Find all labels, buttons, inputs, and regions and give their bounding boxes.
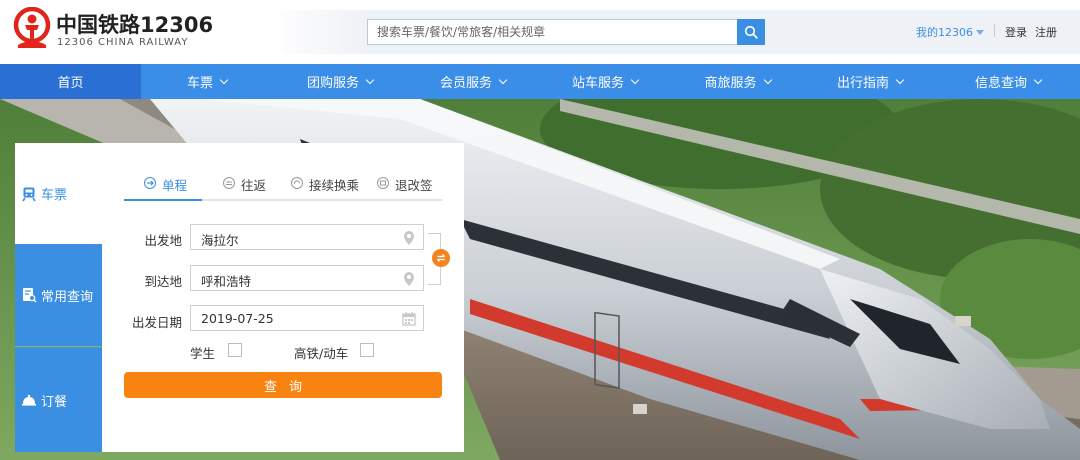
from-station-value: 海拉尔 xyxy=(201,233,239,248)
chevron-down-icon xyxy=(630,75,640,84)
ticket-search-panel: 单程 往返 接续换乘 退改签 出发地 海拉尔 到达地 呼和浩特 出发日期 201… xyxy=(102,143,464,452)
nav-label: 出行指南 xyxy=(836,76,889,91)
date-label: 出发日期 xyxy=(131,315,182,330)
departure-date-field[interactable]: 2019-07-25 xyxy=(190,305,424,331)
nav-label: 站车服务 xyxy=(571,76,624,91)
active-tab-indicator xyxy=(124,199,202,201)
highspeed-checkbox[interactable] xyxy=(360,343,374,357)
brand-name-en: 12306 CHINA RAILWAY xyxy=(57,37,189,48)
to-station-field[interactable]: 呼和浩特 xyxy=(190,265,424,291)
register-link[interactable]: 注册 xyxy=(1035,24,1057,40)
tab-label: 接续换乘 xyxy=(309,178,360,193)
side-tab-label: 车票 xyxy=(41,188,68,203)
tab-round-trip[interactable]: 往返 xyxy=(223,175,266,201)
query-button-label: 查询 xyxy=(263,379,314,395)
arrow-right-circle-icon xyxy=(144,177,156,189)
side-tab-label: 常用查询 xyxy=(41,289,94,305)
highspeed-label: 高铁/动车 xyxy=(294,346,349,361)
search-button[interactable] xyxy=(737,19,765,45)
side-tab-meal-order[interactable]: 订餐 xyxy=(15,348,102,452)
swap-stations-button[interactable] xyxy=(432,249,450,267)
nav-label: 首页 xyxy=(57,76,84,91)
chevron-down-icon xyxy=(763,75,772,84)
student-label: 学生 xyxy=(190,346,216,361)
trip-mode-tabs: 单程 往返 接续换乘 退改签 xyxy=(124,171,442,201)
departure-date-value: 2019-07-25 xyxy=(201,311,274,326)
chevron-down-icon xyxy=(895,75,905,84)
nav-label: 车票 xyxy=(186,76,213,91)
tab-refund-change[interactable]: 退改签 xyxy=(377,175,433,201)
side-tab-label: 订餐 xyxy=(41,394,68,410)
login-link[interactable]: 登录 xyxy=(1005,24,1027,40)
booking-side-tabs: 车票 常用查询 订餐 xyxy=(15,143,102,452)
nav-label: 商旅服务 xyxy=(704,76,757,91)
tab-label: 往返 xyxy=(241,178,267,193)
to-station-value: 呼和浩特 xyxy=(201,274,252,289)
chevron-down-icon xyxy=(365,75,375,84)
tab-label: 单程 xyxy=(162,178,188,193)
nav-business-travel[interactable]: 商旅服务 xyxy=(671,64,804,99)
transfer-circle-icon xyxy=(291,177,303,189)
calendar-icon xyxy=(402,312,416,326)
nav-member-service[interactable]: 会员服务 xyxy=(407,64,539,99)
side-tab-common-query[interactable]: 常用查询 xyxy=(15,244,102,347)
tab-label: 退改签 xyxy=(395,178,433,193)
nav-label: 会员服务 xyxy=(439,76,492,91)
nav-info-query[interactable]: 信息查询 xyxy=(936,64,1080,99)
tab-one-way[interactable]: 单程 xyxy=(144,175,187,201)
site-search xyxy=(367,19,765,45)
nav-tickets[interactable]: 车票 xyxy=(141,64,273,99)
student-checkbox[interactable] xyxy=(228,343,242,357)
top-header: 中国铁路12306 12306 CHINA RAILWAY 我的12306 登录… xyxy=(0,0,1080,64)
query-button[interactable]: 查询 xyxy=(124,372,442,398)
refund-circle-icon xyxy=(377,177,389,189)
to-label: 到达地 xyxy=(144,274,182,289)
location-pin-icon xyxy=(404,231,414,245)
swap-icon xyxy=(437,254,445,262)
document-search-icon xyxy=(21,287,37,303)
food-cloche-icon xyxy=(21,392,37,408)
tab-transfer[interactable]: 接续换乘 xyxy=(291,175,359,201)
round-trip-circle-icon xyxy=(223,177,235,189)
nav-label: 团购服务 xyxy=(306,76,359,91)
chevron-down-icon xyxy=(1033,75,1043,84)
nav-home[interactable]: 首页 xyxy=(0,64,141,99)
chevron-down-icon xyxy=(219,75,229,84)
from-station-field[interactable]: 海拉尔 xyxy=(190,224,424,250)
main-nav: 首页 车票 团购服务 会员服务 站车服务 商旅服务 出行指南 信息查询 xyxy=(0,64,1080,99)
my12306-link[interactable]: 我的12306 xyxy=(916,24,973,40)
side-tab-tickets[interactable]: 车票 xyxy=(15,143,102,244)
from-label: 出发地 xyxy=(144,233,182,248)
nav-label: 信息查询 xyxy=(974,76,1027,91)
search-icon xyxy=(744,25,758,39)
nav-group-service[interactable]: 团购服务 xyxy=(273,64,407,99)
brand-name-cn: 中国铁路12306 xyxy=(56,13,214,37)
nav-station-service[interactable]: 站车服务 xyxy=(539,64,671,99)
chevron-down-icon xyxy=(498,75,508,84)
divider xyxy=(994,24,995,37)
nav-travel-guide[interactable]: 出行指南 xyxy=(804,64,936,99)
china-railway-logo[interactable] xyxy=(12,7,52,49)
caret-down-icon[interactable] xyxy=(976,30,984,35)
train-icon xyxy=(21,186,37,202)
location-pin-icon xyxy=(404,272,414,286)
search-input[interactable] xyxy=(368,20,738,44)
